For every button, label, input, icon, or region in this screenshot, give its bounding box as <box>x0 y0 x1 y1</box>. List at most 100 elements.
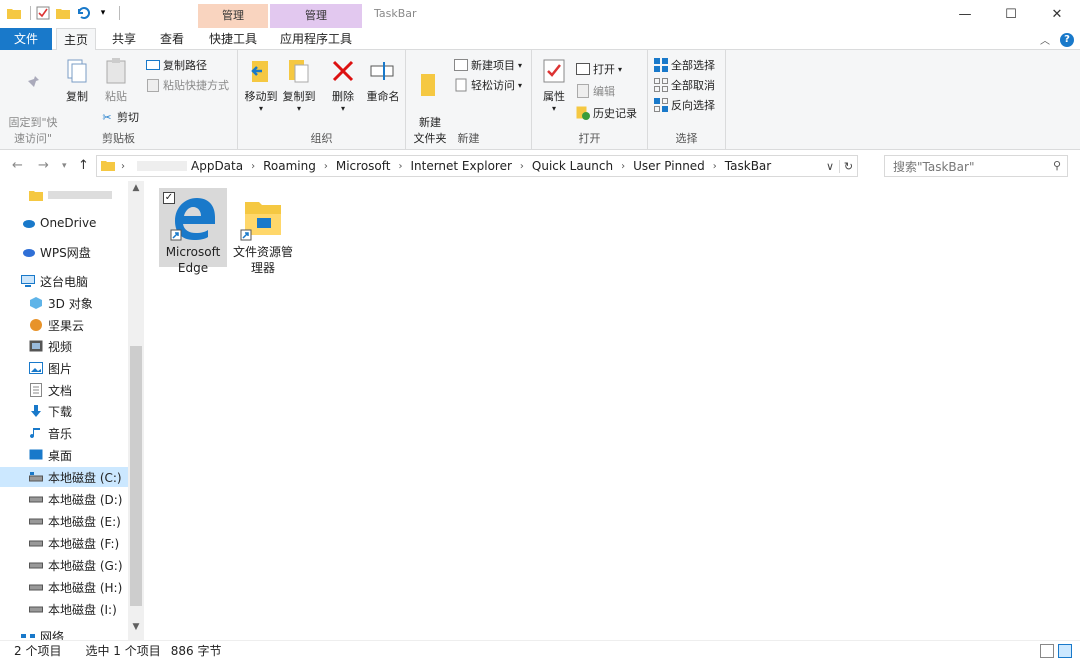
breadcrumb-item[interactable]: Quick Launch <box>532 159 613 173</box>
open-button[interactable]: 打开 ▾ <box>576 60 622 78</box>
help-icon[interactable]: ? <box>1060 32 1074 47</box>
move-to-button[interactable]: 移动到 ▾ <box>242 56 280 113</box>
tab-view[interactable]: 查看 <box>152 28 192 50</box>
nav-item[interactable]: 本地磁盘 (F:) <box>0 533 128 553</box>
breadcrumb-item[interactable]: Roaming <box>263 159 316 173</box>
forward-button[interactable]: → <box>38 158 49 173</box>
breadcrumb-item[interactable]: User Pinned <box>633 159 705 173</box>
nav-item[interactable]: 本地磁盘 (G:) <box>0 555 128 575</box>
file-explorer-icon <box>239 194 287 242</box>
rename-button[interactable]: 重命名 <box>364 56 402 104</box>
copy-path-button[interactable]: 复制路径 <box>146 56 207 74</box>
nav-icon <box>20 629 36 640</box>
nav-item[interactable]: 文档 <box>0 380 128 400</box>
nav-item-label: 网络 <box>40 629 65 641</box>
breadcrumb-separator[interactable]: › <box>621 161 625 172</box>
recent-locations-button[interactable]: ▾ <box>62 161 67 171</box>
paste-shortcut-button[interactable]: 粘贴快捷方式 <box>146 76 229 94</box>
up-button[interactable]: ↑ <box>78 158 89 173</box>
nav-item[interactable]: 坚果云 <box>0 315 128 335</box>
delete-button[interactable]: 删除 ▾ <box>328 56 358 113</box>
search-input[interactable]: 搜索"TaskBar" ⚲ <box>884 155 1068 177</box>
tab-app-tools[interactable]: 应用程序工具 <box>272 28 360 50</box>
new-item-button[interactable]: 新建项目 ▾ <box>454 56 522 74</box>
drive-icon <box>28 536 44 550</box>
nav-item[interactable]: 图片 <box>0 358 128 378</box>
breadcrumb-item[interactable]: Microsoft <box>336 159 391 173</box>
invert-selection-icon <box>654 98 668 112</box>
breadcrumb-separator[interactable]: › <box>398 161 402 172</box>
open-label: 打开 <box>593 63 615 76</box>
nav-item[interactable]: WPS网盘 <box>0 242 128 262</box>
minimize-button[interactable]: — <box>942 0 988 28</box>
nav-item[interactable]: 网络 <box>0 626 128 640</box>
file-item-file-explorer[interactable]: 文件资源管理器 <box>229 188 297 275</box>
large-icons-view-icon[interactable] <box>1058 644 1072 658</box>
nav-item-label: OneDrive <box>40 216 97 230</box>
properties-button[interactable]: 属性 ▾ <box>538 56 570 113</box>
scrollbar-thumb[interactable] <box>130 346 142 606</box>
nav-item[interactable]: 本地磁盘 (I:) <box>0 599 128 619</box>
nav-item[interactable]: 本地磁盘 (E:) <box>0 511 128 531</box>
nav-icon <box>28 361 44 375</box>
scroll-up-icon[interactable]: ▲ <box>128 183 144 199</box>
close-button[interactable]: ✕ <box>1034 0 1080 28</box>
refresh-icon[interactable]: ↻ <box>839 159 857 173</box>
nav-item-label: 本地磁盘 (G:) <box>48 558 123 573</box>
address-bar[interactable]: › AppData › Roaming › Microsoft › Internet Exp… <box>96 155 858 177</box>
customize-toolbar-icon[interactable]: ▾ <box>95 5 111 21</box>
easy-access-button[interactable]: 轻松访问 ▾ <box>454 76 522 94</box>
nav-item[interactable]: OneDrive <box>0 213 128 233</box>
paste-shortcut-icon <box>146 78 160 92</box>
nav-item[interactable]: 视频 <box>0 336 128 356</box>
select-none-button[interactable]: 全部取消 <box>654 76 715 94</box>
nav-item-redacted[interactable] <box>28 185 144 205</box>
navigation-bar: ← → ▾ ↑ › AppData › Roaming › Microsoft › Inte… <box>0 151 1080 181</box>
file-item-microsoft-edge[interactable]: ✓ Microsoft Edge <box>159 188 227 275</box>
paste-button[interactable]: 粘贴 <box>100 56 132 104</box>
copy-button[interactable]: 复制 <box>62 56 92 104</box>
new-folder-icon[interactable] <box>55 5 71 21</box>
edit-button[interactable]: 编辑 <box>576 82 615 100</box>
drive-icon <box>28 470 44 484</box>
invert-selection-button[interactable]: 反向选择 <box>654 96 715 114</box>
maximize-button[interactable]: ☐ <box>988 0 1034 28</box>
details-view-icon[interactable] <box>1040 644 1054 658</box>
properties-icon[interactable] <box>35 5 51 21</box>
address-dropdown-icon[interactable]: ∨ <box>821 160 839 173</box>
drive-icon <box>28 492 44 506</box>
cut-button[interactable]: ✂ 剪切 <box>100 108 139 126</box>
breadcrumb-item[interactable]: AppData <box>191 159 243 173</box>
nav-item[interactable]: 这台电脑 <box>0 271 128 291</box>
copy-path-icon <box>146 58 160 72</box>
nav-item[interactable]: 音乐 <box>0 423 128 443</box>
copy-to-button[interactable]: 复制到 ▾ <box>280 56 318 113</box>
nav-item[interactable]: 桌面 <box>0 445 128 465</box>
nav-item[interactable]: 本地磁盘 (C:) <box>0 467 128 487</box>
select-all-button[interactable]: 全部选择 <box>654 56 715 74</box>
breadcrumb-separator[interactable]: › <box>713 161 717 172</box>
nav-item[interactable]: 本地磁盘 (D:) <box>0 489 128 509</box>
nav-icon <box>28 318 44 332</box>
nav-item[interactable]: 3D 对象 <box>0 293 128 313</box>
tab-share[interactable]: 共享 <box>104 28 144 50</box>
nav-pane-scrollbar[interactable]: ▲ ▼ <box>128 181 144 640</box>
back-button[interactable]: ← <box>12 158 23 173</box>
nav-icon <box>28 383 44 397</box>
history-button[interactable]: 历史记录 <box>576 104 637 122</box>
tab-home[interactable]: 主页 <box>56 28 96 51</box>
breadcrumb-item[interactable]: Internet Explorer <box>410 159 511 173</box>
redacted-label <box>48 191 112 199</box>
breadcrumb-separator[interactable]: › <box>520 161 524 172</box>
tab-shortcut-tools[interactable]: 快捷工具 <box>200 28 266 50</box>
undo-icon[interactable] <box>75 5 91 21</box>
tab-file[interactable]: 文件 <box>0 28 52 50</box>
scroll-down-icon[interactable]: ▼ <box>128 622 144 638</box>
organize-group-label: 组织 <box>310 132 333 145</box>
collapse-ribbon-icon[interactable]: ︿ <box>1040 32 1050 47</box>
breadcrumb-separator[interactable]: › <box>324 161 328 172</box>
breadcrumb-separator[interactable]: › <box>251 161 255 172</box>
breadcrumb-item[interactable]: TaskBar <box>725 159 771 173</box>
nav-item[interactable]: 下载 <box>0 401 128 421</box>
nav-item[interactable]: 本地磁盘 (H:) <box>0 577 128 597</box>
